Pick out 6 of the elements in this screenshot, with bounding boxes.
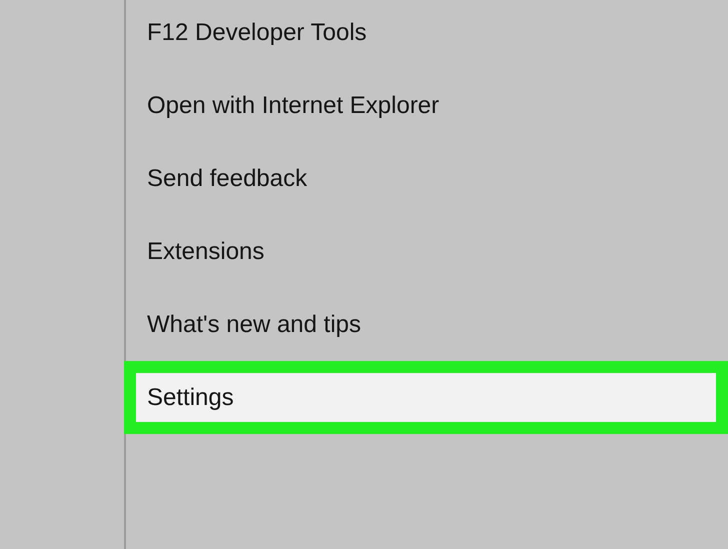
menu-item[interactable]: Open with Internet Explorer <box>124 69 728 142</box>
menu-item[interactable]: Settings <box>124 361 728 434</box>
menu-item[interactable]: Extensions <box>124 215 728 288</box>
menu-item[interactable]: What's new and tips <box>124 288 728 361</box>
menu-item[interactable]: F12 Developer Tools <box>124 0 728 69</box>
menu-item[interactable]: Send feedback <box>124 142 728 215</box>
